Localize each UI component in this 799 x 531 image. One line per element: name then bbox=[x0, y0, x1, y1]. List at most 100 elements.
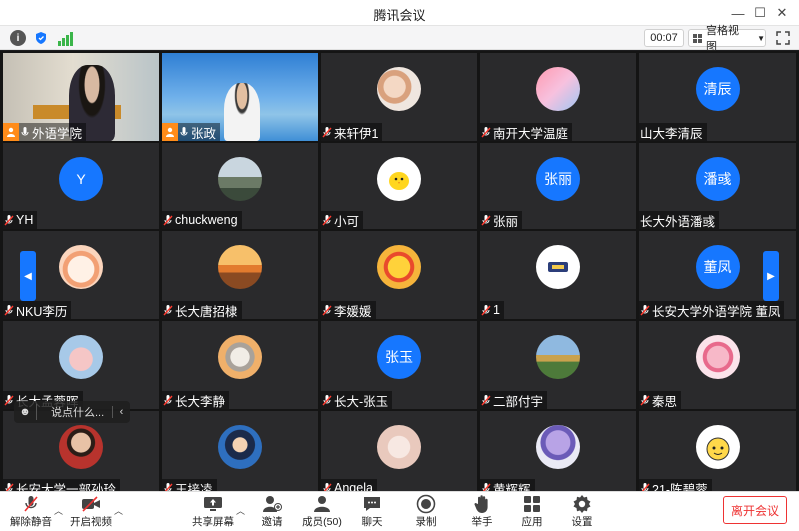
close-icon[interactable]: ✕ bbox=[771, 2, 793, 24]
chat-placeholder[interactable]: 说点什么... bbox=[36, 404, 112, 420]
prev-page-button[interactable]: ◀ bbox=[20, 251, 36, 301]
participant-name: chuckweng bbox=[175, 213, 238, 227]
avatar: 清辰 bbox=[695, 67, 740, 111]
muted-mic-icon bbox=[639, 301, 651, 319]
participant-tile[interactable]: 李媛媛 bbox=[321, 231, 477, 319]
minimize-icon[interactable]: — bbox=[727, 2, 749, 24]
name-bar: 外语学院 bbox=[3, 123, 87, 141]
name-bar: 秦思 bbox=[639, 391, 682, 409]
person-video bbox=[224, 83, 260, 141]
fullscreen-icon[interactable] bbox=[775, 30, 791, 46]
apps-button[interactable]: 应用 bbox=[514, 494, 550, 530]
participant-name: 小可 bbox=[334, 214, 360, 229]
name-bar: 黄辉辉 bbox=[480, 479, 535, 491]
participant-tile[interactable]: 长安大学一部孙玲 bbox=[3, 411, 159, 491]
avatar: 张玉 bbox=[377, 335, 421, 379]
participant-tile[interactable]: 小可 bbox=[321, 143, 477, 229]
participant-tile[interactable]: 长大李静 bbox=[162, 321, 318, 409]
next-page-button[interactable]: ▶ bbox=[763, 251, 779, 301]
signal-icon[interactable] bbox=[57, 30, 73, 46]
members-label: 成员(50) bbox=[302, 516, 342, 528]
participant-name: YH bbox=[16, 213, 34, 227]
host-icon bbox=[162, 123, 178, 141]
hand-icon bbox=[471, 494, 493, 514]
participant-tile[interactable]: 长大唐招棣 bbox=[162, 231, 318, 319]
participant-tile[interactable]: 张玉 长大-张玉 bbox=[321, 321, 477, 409]
participant-tile[interactable]: 外语学院 bbox=[3, 53, 159, 141]
muted-mic-icon bbox=[480, 123, 492, 141]
start-video-button[interactable]: 开启视频 bbox=[70, 494, 112, 530]
participant-tile[interactable]: 1 bbox=[480, 231, 636, 319]
settings-button[interactable]: 设置 bbox=[564, 494, 600, 530]
apps-icon bbox=[521, 494, 543, 514]
participant-tile[interactable]: 秦思 bbox=[639, 321, 796, 409]
chevron-up-icon[interactable]: ︿ bbox=[54, 504, 63, 517]
maximize-icon[interactable]: ☐ bbox=[749, 2, 771, 24]
video-grid: 外语学院 张政 来轩伊1 南开大学温庭 清辰 山大李清辰 Y YH chuckw… bbox=[0, 51, 799, 491]
participant-name: 南开大学温庭 bbox=[493, 126, 569, 141]
participant-tile[interactable]: 21-陈碧蓉 bbox=[639, 411, 796, 491]
participant-name: 长大外语潘彧 bbox=[640, 214, 716, 229]
name-bar: 长安大学外语学院 董凤 bbox=[639, 301, 785, 319]
participant-tile[interactable]: 张丽 张丽 bbox=[480, 143, 636, 229]
leave-meeting-button[interactable]: 离开会议 bbox=[723, 496, 787, 524]
window-title: 腾讯会议 bbox=[373, 8, 426, 23]
view-mode-button[interactable]: 宫格视图 ▼ bbox=[688, 25, 766, 53]
avatar bbox=[59, 245, 103, 289]
participant-tile[interactable]: 张政 bbox=[162, 53, 318, 141]
participant-name: 张政 bbox=[191, 126, 217, 141]
participant-name: 来轩伊1 bbox=[334, 126, 379, 141]
collapse-icon[interactable]: ‹ bbox=[112, 406, 130, 418]
participant-name: 李媛媛 bbox=[334, 304, 372, 319]
muted-mic-icon bbox=[321, 211, 333, 229]
invite-button[interactable]: 邀请 bbox=[254, 494, 290, 530]
emoji-icon[interactable]: ☻ bbox=[14, 406, 36, 418]
participant-name: 王接凌 bbox=[175, 482, 213, 492]
share-screen-icon bbox=[202, 494, 224, 514]
participant-name: 张丽 bbox=[493, 214, 519, 229]
participant-tile[interactable]: Y YH bbox=[3, 143, 159, 229]
chat-quick-input[interactable]: ☻ 说点什么... ‹ bbox=[14, 401, 130, 423]
avatar bbox=[377, 157, 421, 201]
participant-name: 秦思 bbox=[652, 394, 678, 409]
record-icon bbox=[415, 494, 437, 514]
chat-label: 聊天 bbox=[361, 516, 383, 528]
participant-tile[interactable]: 来轩伊1 bbox=[321, 53, 477, 141]
name-bar: 21-陈碧蓉 bbox=[639, 479, 712, 491]
name-bar: 张丽 bbox=[480, 211, 523, 229]
participant-tile[interactable]: 二部付宇 bbox=[480, 321, 636, 409]
name-bar: 长大外语潘彧 bbox=[639, 211, 720, 229]
avatar bbox=[59, 335, 103, 379]
share-screen-label: 共享屏幕 bbox=[192, 516, 234, 528]
participant-tile[interactable]: 王接凌 bbox=[162, 411, 318, 491]
muted-mic-icon bbox=[480, 391, 492, 409]
muted-mic-icon bbox=[3, 211, 15, 229]
raise-hand-button[interactable]: 举手 bbox=[464, 494, 500, 530]
settings-label: 设置 bbox=[571, 516, 593, 528]
chevron-up-icon[interactable]: ︿ bbox=[236, 504, 245, 517]
participant-name: 黄辉辉 bbox=[493, 482, 531, 492]
unmute-button[interactable]: 解除静音 bbox=[10, 494, 52, 530]
participant-tile[interactable]: 清辰 山大李清辰 bbox=[639, 53, 796, 141]
host-icon bbox=[3, 123, 19, 141]
record-button[interactable]: 录制 bbox=[408, 494, 444, 530]
participant-tile[interactable]: 潘彧 长大外语潘彧 bbox=[639, 143, 796, 229]
members-button[interactable]: 成员(50) bbox=[300, 494, 344, 530]
participant-tile[interactable]: Angela bbox=[321, 411, 477, 491]
share-screen-button[interactable]: 共享屏幕 bbox=[192, 494, 234, 530]
avatar bbox=[218, 335, 262, 379]
muted-mic-icon bbox=[3, 479, 15, 491]
chat-button[interactable]: 聊天 bbox=[354, 494, 390, 530]
participant-tile[interactable]: chuckweng bbox=[162, 143, 318, 229]
shield-icon[interactable] bbox=[33, 30, 49, 46]
info-icon[interactable]: i bbox=[10, 30, 26, 46]
avatar bbox=[695, 425, 740, 469]
participant-tile[interactable]: 长大孟蓉晖 bbox=[3, 321, 159, 409]
chevron-down-icon: ▼ bbox=[757, 33, 765, 43]
chat-icon bbox=[361, 494, 383, 514]
participant-tile[interactable]: 黄辉辉 bbox=[480, 411, 636, 491]
participant-tile[interactable]: 南开大学温庭 bbox=[480, 53, 636, 141]
invite-icon bbox=[261, 494, 283, 514]
muted-mic-icon bbox=[321, 301, 333, 319]
chevron-up-icon[interactable]: ︿ bbox=[114, 504, 123, 517]
